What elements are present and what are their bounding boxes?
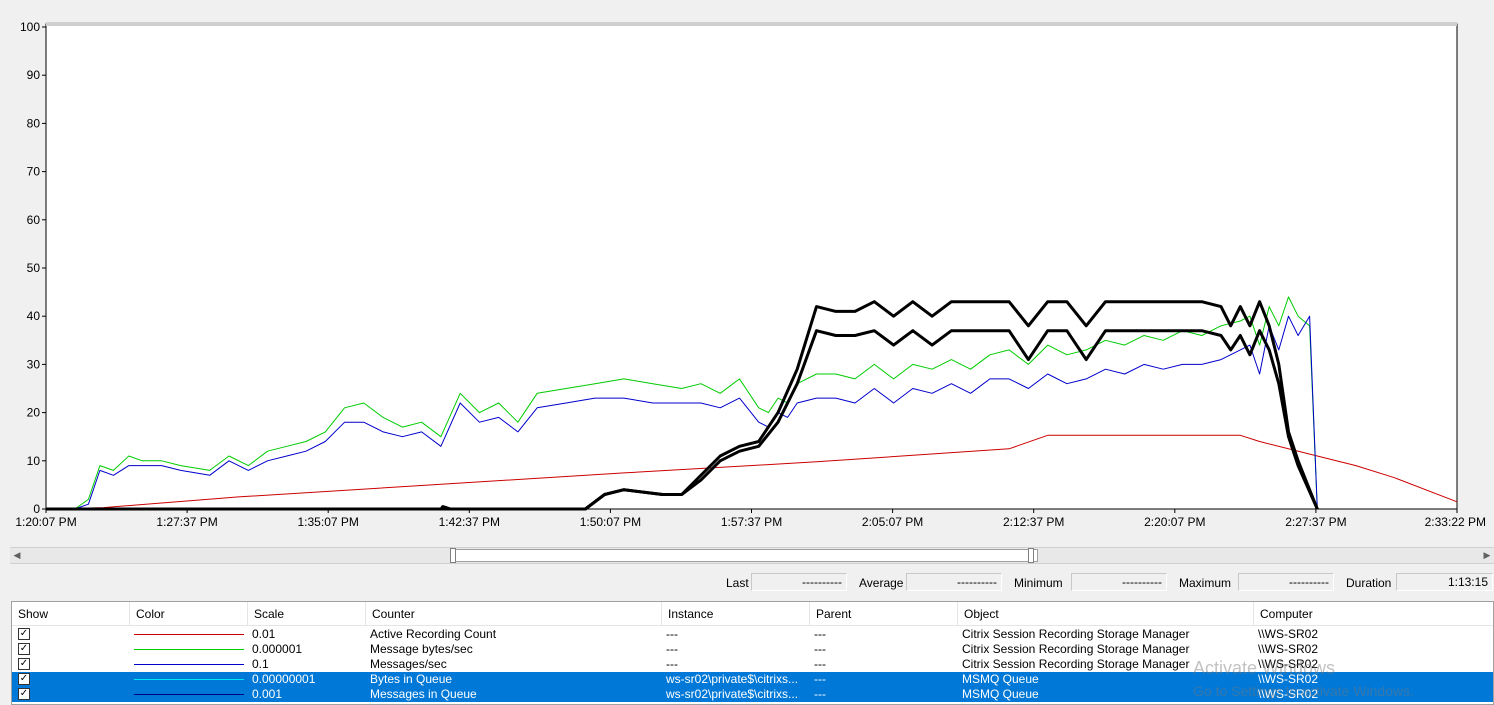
y-tick-label: 0 <box>33 502 40 516</box>
maximum-label: Maximum <box>1179 576 1232 590</box>
legend-cell-counter: Messages in Queue <box>370 687 477 701</box>
y-tick-label: 20 <box>27 406 41 420</box>
y-tick-label: 70 <box>27 165 41 179</box>
average-value: ---------- <box>906 573 1002 591</box>
y-tick-label: 80 <box>27 116 41 130</box>
show-checkbox[interactable]: ✓ <box>18 628 30 640</box>
x-tick-label: 1:20:07 PM <box>15 515 76 529</box>
legend-cell-parent: --- <box>814 687 826 701</box>
x-tick-label: 2:20:07 PM <box>1144 515 1205 529</box>
legend-cell-scale: 0.01 <box>252 627 276 641</box>
legend-cell-parent: --- <box>814 627 826 641</box>
legend-cell-object: Citrix Session Recording Storage Manager <box>962 642 1190 656</box>
legend-cell-counter: Message bytes/sec <box>370 642 473 656</box>
legend-cell-scale: 0.00000001 <box>252 672 316 686</box>
color-swatch <box>134 634 244 635</box>
duration-label: Duration <box>1346 576 1392 590</box>
show-checkbox[interactable]: ✓ <box>18 673 30 685</box>
range-end-handle[interactable] <box>1028 548 1034 563</box>
legend-cell-counter: Active Recording Count <box>370 627 497 641</box>
legend-cell-counter: Messages/sec <box>370 657 447 671</box>
y-tick-label: 90 <box>27 68 41 82</box>
column-header-object[interactable]: Object <box>958 602 1254 626</box>
x-tick-label: 2:05:07 PM <box>862 515 923 529</box>
x-tick-label: 2:12:37 PM <box>1003 515 1064 529</box>
minimum-value: ---------- <box>1071 573 1167 591</box>
stats-bar: Last ---------- Average ---------- Minim… <box>0 573 1494 593</box>
column-header-counter[interactable]: Counter <box>366 602 662 626</box>
show-checkbox[interactable]: ✓ <box>18 688 30 700</box>
legend-row[interactable]: ✓ 0.000001 Message bytes/sec --- --- Citrix S… <box>12 642 1493 657</box>
legend-cell-scale: 0.1 <box>252 657 269 671</box>
color-swatch <box>134 649 244 650</box>
x-tick-label: 1:27:37 PM <box>156 515 217 529</box>
average-label: Average <box>859 576 904 590</box>
y-tick-label: 30 <box>27 357 41 371</box>
time-range-scrollbar[interactable]: ◀ ▶ <box>10 547 1494 564</box>
plot-area <box>45 23 1458 510</box>
color-swatch <box>134 664 244 665</box>
legend-cell-counter: Bytes in Queue <box>370 672 453 686</box>
y-tick-label: 100 <box>20 20 40 34</box>
scroll-right-arrow-icon[interactable]: ▶ <box>1480 548 1494 563</box>
legend-cell-computer: \\WS-SR02 <box>1258 627 1319 641</box>
legend-header-row: Show Color Scale Counter Instance Parent… <box>12 602 1493 626</box>
x-tick-label: 1:42:37 PM <box>439 515 500 529</box>
performance-chart[interactable]: 1009080706050403020100 1:20:07 PM 1:27:37… <box>0 0 1494 540</box>
plot-top-hatch <box>46 22 1457 26</box>
legend-cell-instance: --- <box>666 627 678 641</box>
column-header-computer[interactable]: Computer <box>1254 602 1494 626</box>
legend-cell-instance: ws-sr02\private$\citrixs... <box>666 687 799 701</box>
scroll-left-arrow-icon[interactable]: ◀ <box>10 548 24 563</box>
legend-cell-computer: \\WS-SR02 <box>1258 642 1319 656</box>
column-header-parent[interactable]: Parent <box>810 602 958 626</box>
y-tick-label: 50 <box>27 261 41 275</box>
show-checkbox[interactable]: ✓ <box>18 643 30 655</box>
legend-cell-instance: --- <box>666 642 678 656</box>
duration-value: 1:13:15 <box>1396 573 1493 591</box>
color-swatch <box>134 679 244 680</box>
legend-cell-parent: --- <box>814 672 826 686</box>
legend-cell-parent: --- <box>814 657 826 671</box>
column-header-scale[interactable]: Scale <box>248 602 366 626</box>
x-tick-label: 1:57:37 PM <box>721 515 782 529</box>
y-tick-label: 10 <box>27 454 41 468</box>
maximum-value: ---------- <box>1238 573 1334 591</box>
legend-cell-instance: --- <box>666 657 678 671</box>
x-tick-label: 2:27:37 PM <box>1285 515 1346 529</box>
minimum-label: Minimum <box>1014 576 1063 590</box>
x-axis: 1:20:07 PM 1:27:37 PM 1:35:07 PM 1:42:37 PM… <box>15 509 1486 529</box>
column-header-color[interactable]: Color <box>130 602 248 626</box>
legend-cell-scale: 0.000001 <box>252 642 303 656</box>
legend-row[interactable]: ✓ 0.01 Active Recording Count --- --- Citrix … <box>12 627 1493 642</box>
activation-watermark-subtitle: Go to Settings to activate Windows. <box>1193 683 1414 699</box>
legend-cell-scale: 0.001 <box>252 687 283 701</box>
color-swatch <box>134 694 244 695</box>
scroll-range[interactable] <box>450 549 1038 562</box>
legend-cell-object: Citrix Session Recording Storage Manager <box>962 627 1190 641</box>
show-checkbox[interactable]: ✓ <box>18 658 30 670</box>
legend-cell-instance: ws-sr02\private$\citrixs... <box>666 672 799 686</box>
y-tick-label: 60 <box>27 213 41 227</box>
legend-cell-parent: --- <box>814 642 826 656</box>
range-start-handle[interactable] <box>450 548 456 563</box>
x-tick-label: 1:35:07 PM <box>298 515 359 529</box>
last-value: ---------- <box>751 573 847 591</box>
y-axis: 1009080706050403020100 <box>20 20 46 516</box>
x-tick-label: 1:50:07 PM <box>580 515 641 529</box>
x-tick-label: 2:33:22 PM <box>1425 515 1486 529</box>
y-tick-label: 40 <box>27 309 41 323</box>
column-header-show[interactable]: Show <box>12 602 130 626</box>
column-header-instance[interactable]: Instance <box>662 602 810 626</box>
last-label: Last <box>726 576 749 590</box>
activation-watermark-title: Activate Windows <box>1193 658 1336 678</box>
